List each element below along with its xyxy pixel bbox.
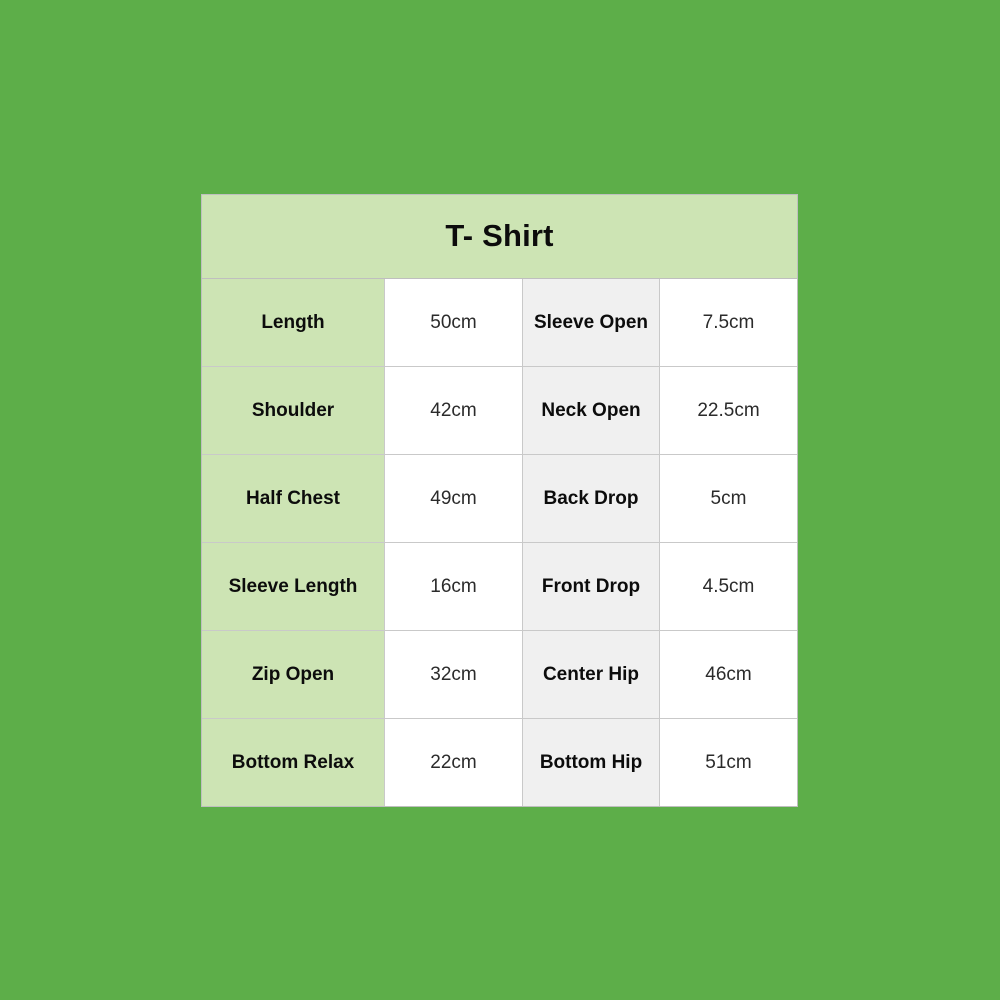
measurement-value: 51cm [660,719,797,806]
measurement-value: 49cm [385,455,523,542]
measurement-label: Sleeve Length [202,543,385,630]
table-row: Sleeve Length 16cm Front Drop 4.5cm [202,543,797,631]
measurement-label: Shoulder [202,367,385,454]
measurement-value: 22cm [385,719,523,806]
measurement-value: 5cm [660,455,797,542]
measurement-label: Zip Open [202,631,385,718]
measurement-label: Length [202,279,385,366]
measurement-value: 46cm [660,631,797,718]
measurement-label: Neck Open [523,367,660,454]
measurement-label: Sleeve Open [523,279,660,366]
size-chart-table: Length 50cm Sleeve Open 7.5cm Shoulder 4… [202,279,797,806]
table-row: Bottom Relax 22cm Bottom Hip 51cm [202,719,797,806]
measurement-label: Bottom Hip [523,719,660,806]
measurement-value: 50cm [385,279,523,366]
size-chart-card: T- Shirt Length 50cm Sleeve Open 7.5cm S… [201,194,798,807]
table-row: Half Chest 49cm Back Drop 5cm [202,455,797,543]
page-background: T- Shirt Length 50cm Sleeve Open 7.5cm S… [0,0,1000,1000]
measurement-label: Front Drop [523,543,660,630]
size-chart-header: T- Shirt [202,195,797,279]
measurement-value: 4.5cm [660,543,797,630]
measurement-label: Bottom Relax [202,719,385,806]
table-row: Shoulder 42cm Neck Open 22.5cm [202,367,797,455]
measurement-value: 32cm [385,631,523,718]
measurement-value: 16cm [385,543,523,630]
measurement-label: Back Drop [523,455,660,542]
measurement-value: 22.5cm [660,367,797,454]
measurement-label: Center Hip [523,631,660,718]
table-row: Zip Open 32cm Center Hip 46cm [202,631,797,719]
measurement-value: 42cm [385,367,523,454]
table-row: Length 50cm Sleeve Open 7.5cm [202,279,797,367]
page-title: T- Shirt [445,218,554,254]
measurement-value: 7.5cm [660,279,797,366]
measurement-label: Half Chest [202,455,385,542]
